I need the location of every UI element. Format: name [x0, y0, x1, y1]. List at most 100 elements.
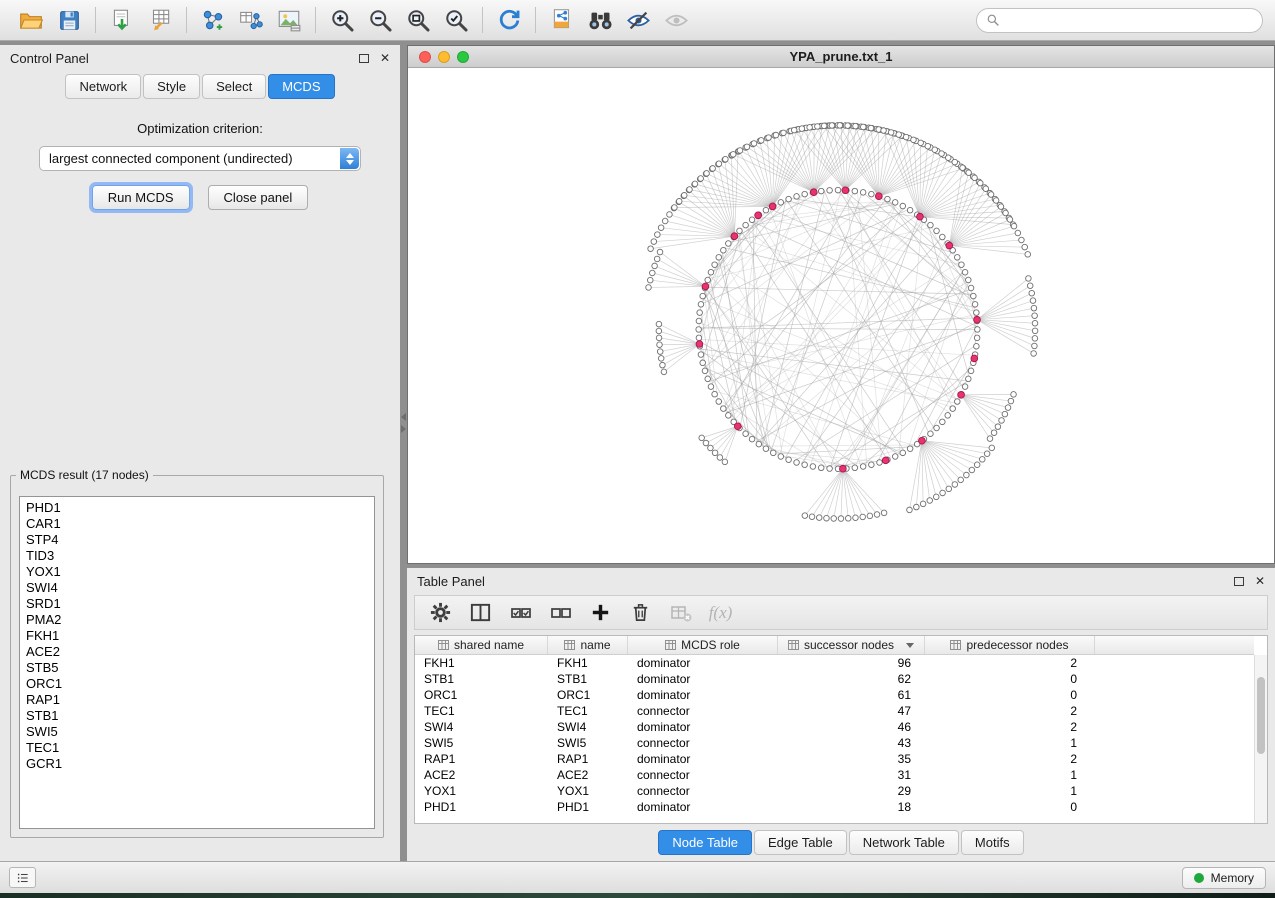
export-network-image-icon[interactable] — [270, 4, 308, 36]
float-table-panel-icon[interactable] — [1234, 577, 1244, 586]
tab-network[interactable]: Network — [65, 74, 141, 99]
tab-node-table[interactable]: Node Table — [658, 830, 752, 855]
window-close-icon[interactable] — [419, 51, 431, 63]
scrollbar-thumb[interactable] — [1257, 677, 1265, 754]
table-panel: Table Panel ✕ — [407, 568, 1275, 861]
zoom-in-icon[interactable] — [323, 4, 361, 36]
table-row[interactable]: FKH1FKH1dominator962 — [415, 655, 1267, 671]
search-input[interactable] — [1006, 13, 1253, 28]
tab-edge-table[interactable]: Edge Table — [754, 830, 847, 855]
close-panel-button[interactable]: Close panel — [208, 185, 309, 210]
table-row[interactable]: SWI4SWI4dominator462 — [415, 719, 1267, 735]
table-row[interactable]: TEC1TEC1connector472 — [415, 703, 1267, 719]
collapse-left-icon[interactable] — [401, 413, 406, 421]
table-cell: 1 — [925, 736, 1095, 750]
collapse-right-icon[interactable] — [401, 425, 406, 433]
table-row[interactable]: STB1STB1dominator620 — [415, 671, 1267, 687]
mcds-result-item[interactable]: SWI5 — [26, 724, 374, 740]
column-header-shared-name[interactable]: shared name — [415, 636, 548, 654]
tab-motifs[interactable]: Motifs — [961, 830, 1024, 855]
export-document-icon[interactable] — [543, 4, 581, 36]
column-header-mcds-role[interactable]: MCDS role — [628, 636, 778, 654]
app-window: Control Panel ✕ Network Style Select MCD… — [0, 0, 1275, 893]
mcds-result-item[interactable]: STB1 — [26, 708, 374, 724]
deselect-all-icon[interactable] — [546, 599, 575, 627]
mcds-result-item[interactable]: STP4 — [26, 532, 374, 548]
new-network-icon[interactable] — [194, 4, 232, 36]
table-cell: 61 — [778, 688, 925, 702]
tab-network-table[interactable]: Network Table — [849, 830, 959, 855]
column-label: name — [580, 638, 610, 652]
table-row[interactable]: ACE2ACE2connector311 — [415, 767, 1267, 783]
column-header-successor-nodes[interactable]: successor nodes — [778, 636, 925, 654]
mcds-result-item[interactable]: SRD1 — [26, 596, 374, 612]
window-minimize-icon[interactable] — [438, 51, 450, 63]
zoom-selected-icon[interactable] — [437, 4, 475, 36]
hide-selected-icon[interactable] — [619, 4, 657, 36]
table-cell: 18 — [778, 800, 925, 814]
memory-button[interactable]: Memory — [1182, 867, 1266, 889]
mcds-result-item[interactable]: TEC1 — [26, 740, 374, 756]
table-row[interactable]: ORC1ORC1dominator610 — [415, 687, 1267, 703]
window-maximize-icon[interactable] — [457, 51, 469, 63]
criterion-select[interactable]: largest connected component (undirected) — [39, 146, 361, 171]
show-all-icon[interactable] — [657, 4, 695, 36]
zoom-out-icon[interactable] — [361, 4, 399, 36]
table-row[interactable]: SWI5SWI5connector431 — [415, 735, 1267, 751]
mcds-result-item[interactable]: YOX1 — [26, 564, 374, 580]
table-cell: ORC1 — [548, 688, 628, 702]
mcds-result-item[interactable]: CAR1 — [26, 516, 374, 532]
close-table-panel-icon[interactable]: ✕ — [1255, 575, 1265, 587]
table-cell: dominator — [628, 800, 778, 814]
select-all-icon[interactable] — [506, 599, 535, 627]
column-header-name[interactable]: name — [548, 636, 628, 654]
table-row[interactable]: YOX1YOX1connector291 — [415, 783, 1267, 799]
float-panel-icon[interactable] — [359, 54, 369, 63]
column-header-predecessor-nodes[interactable]: predecessor nodes — [925, 636, 1095, 654]
close-panel-icon[interactable]: ✕ — [380, 52, 390, 64]
table-row[interactable]: PHD1PHD1dominator180 — [415, 799, 1267, 815]
tab-mcds[interactable]: MCDS — [268, 74, 334, 99]
delete-column-icon[interactable] — [626, 599, 655, 627]
mcds-result-item[interactable]: ORC1 — [26, 676, 374, 692]
table-row[interactable]: RAP1RAP1dominator352 — [415, 751, 1267, 767]
table-settings-gear-icon[interactable] — [426, 599, 455, 627]
mcds-result-item[interactable]: FKH1 — [26, 628, 374, 644]
toolbar-separator — [186, 7, 187, 33]
open-session-icon[interactable] — [12, 4, 50, 36]
run-mcds-button[interactable]: Run MCDS — [92, 185, 190, 210]
table-scrollbar[interactable] — [1254, 655, 1267, 823]
save-session-icon[interactable] — [50, 4, 88, 36]
mcds-result-list[interactable]: PHD1CAR1STP4TID3YOX1SWI4SRD1PMA2FKH1ACE2… — [19, 496, 375, 829]
search-box[interactable] — [976, 8, 1263, 33]
mcds-result-item[interactable]: STB5 — [26, 660, 374, 676]
network-canvas[interactable] — [408, 68, 1274, 563]
network-from-table-icon[interactable] — [232, 4, 270, 36]
sort-descending-icon[interactable] — [906, 643, 914, 648]
table-cell: RAP1 — [415, 752, 548, 766]
control-panel-tabs: Network Style Select MCDS — [0, 71, 400, 106]
import-network-icon[interactable] — [103, 4, 141, 36]
refresh-icon[interactable] — [490, 4, 528, 36]
tab-style[interactable]: Style — [143, 74, 200, 99]
mcds-result-item[interactable]: PMA2 — [26, 612, 374, 628]
mcds-result-item[interactable]: GCR1 — [26, 756, 374, 772]
task-history-icon[interactable] — [9, 867, 36, 888]
mcds-result-item[interactable]: SWI4 — [26, 580, 374, 596]
import-table-icon[interactable] — [141, 4, 179, 36]
mcds-result-item[interactable]: RAP1 — [26, 692, 374, 708]
mcds-result-item[interactable]: TID3 — [26, 548, 374, 564]
tab-select[interactable]: Select — [202, 74, 266, 99]
table-cell: ACE2 — [415, 768, 548, 782]
panel-splitter[interactable] — [400, 41, 407, 861]
function-builder-icon: f(x) — [706, 599, 735, 627]
add-column-icon[interactable] — [586, 599, 615, 627]
toolbar-separator — [95, 7, 96, 33]
find-icon[interactable] — [581, 4, 619, 36]
mcds-result-item[interactable]: PHD1 — [26, 500, 374, 516]
show-columns-icon[interactable] — [466, 599, 495, 627]
zoom-fit-icon[interactable] — [399, 4, 437, 36]
mcds-result-item[interactable]: ACE2 — [26, 644, 374, 660]
status-bar: Memory — [0, 861, 1275, 893]
network-window-titlebar[interactable]: YPA_prune.txt_1 — [408, 46, 1274, 68]
